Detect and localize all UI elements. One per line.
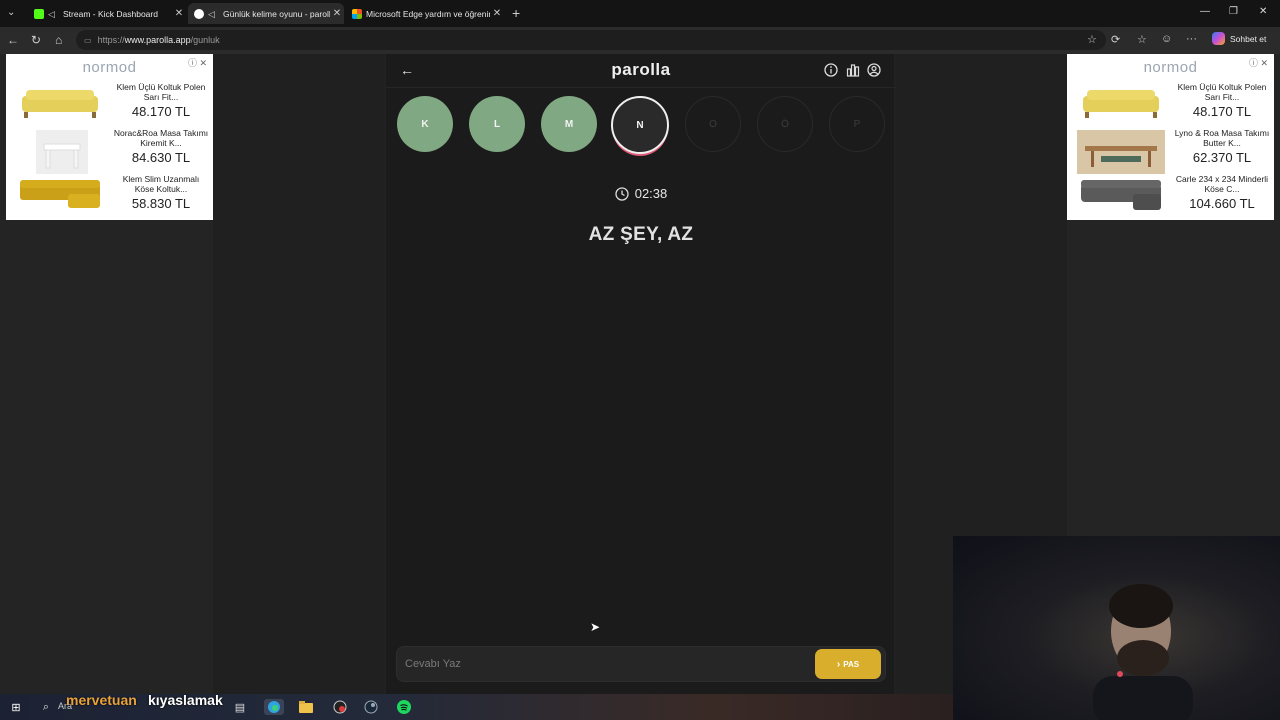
url-host: www.parolla.app <box>124 35 191 45</box>
microsoft-icon <box>352 8 362 19</box>
address-bar[interactable]: ▭ https://www.parolla.app/gunluk <box>76 30 1106 50</box>
letter-circle-o: O <box>685 96 741 152</box>
windows-taskbar: ⊞ ⌕ ▤ <box>0 694 953 720</box>
url-path: /gunluk <box>190 35 220 45</box>
table-image <box>16 130 104 174</box>
letter-circle-k: K <box>397 96 453 152</box>
kick-icon <box>34 8 44 19</box>
ad-product[interactable]: Lyno & Roa Masa Takımı Butter K... 62.37… <box>1073 128 1273 174</box>
new-tab-button[interactable]: + <box>512 5 520 21</box>
tab-kick-dashboard[interactable]: ◁ Stream - Kick Dashboard ✕ <box>28 3 186 24</box>
lock-icon: ▭ <box>84 35 92 45</box>
close-tab-icon[interactable]: ✕ <box>172 8 186 19</box>
ad-brand: normod <box>82 59 137 76</box>
tab-edge-help[interactable]: Microsoft Edge yardım ve öğrenim ✕ <box>346 3 504 24</box>
ad-info-icon[interactable]: ⓘ ✕ <box>188 56 207 69</box>
copilot-button[interactable]: Sohbet et <box>1212 32 1266 45</box>
ad-product[interactable]: Klem Üçlü Koltuk Polen Sarı Fit... 48.17… <box>1073 82 1273 126</box>
close-window-icon[interactable]: ✕ <box>1259 6 1267 17</box>
pass-button[interactable]: › PAS <box>815 649 881 679</box>
task-view-icon[interactable]: ▤ <box>232 699 248 715</box>
stream-overlay-text: kıyaslamak <box>148 692 223 708</box>
close-tab-icon[interactable]: ✕ <box>330 8 344 19</box>
tab-parolla[interactable]: ◁ Günlük kelime oyunu - paroll ✕ <box>188 3 344 24</box>
back-icon[interactable]: ← <box>7 33 19 47</box>
copilot-icon <box>1212 32 1225 45</box>
edge-taskbar-icon[interactable] <box>264 699 284 715</box>
letter-circle-p: P <box>829 96 885 152</box>
corner-sofa-image <box>16 176 104 216</box>
sofa-image <box>1077 84 1165 124</box>
extensions-icon[interactable]: ⟳ <box>1111 33 1120 46</box>
stream-overlay-name: mervetuan <box>66 692 137 708</box>
info-icon[interactable] <box>824 63 838 82</box>
timer: 02:38 <box>386 186 896 201</box>
letter-circle-n-current: N <box>611 96 669 154</box>
clue-text: AZ ŞEY, AZ <box>588 224 694 245</box>
letter-circle-m: M <box>541 96 597 152</box>
windows-start-icon[interactable]: ⊞ <box>8 699 24 715</box>
ad-banner-left[interactable]: normod ⓘ ✕ Klem Üçlü Koltuk Polen Sarı F… <box>6 54 213 220</box>
stats-icon[interactable] <box>846 63 860 82</box>
ad-product[interactable]: Klem Üçlü Koltuk Polen Sarı Fit... 48.17… <box>12 82 212 126</box>
ad-product[interactable]: Norac&Roa Masa Takımı Kiremit K... 84.63… <box>12 128 212 174</box>
speaker-icon: ◁ <box>208 8 215 19</box>
game-header: ← parolla <box>386 54 896 88</box>
parolla-icon <box>194 8 204 19</box>
profile-icon[interactable]: ☺ <box>1161 33 1172 45</box>
mouse-cursor-icon: ➤ <box>590 620 601 634</box>
ad-banner-right[interactable]: normod ⓘ ✕ Klem Üçlü Koltuk Polen Sarı F… <box>1067 54 1274 220</box>
refresh-icon[interactable]: ↻ <box>31 33 41 47</box>
ad-brand: normod <box>1143 59 1198 76</box>
ad-product[interactable]: Carle 234 x 234 Minderli Köse C... 104.6… <box>1073 174 1273 218</box>
close-tab-icon[interactable]: ✕ <box>490 8 504 19</box>
ad-product[interactable]: Klem Slim Uzanmalı Köse Koltuk... 58.830… <box>12 174 212 218</box>
letter-circle-l: L <box>469 96 525 152</box>
minimize-icon[interactable]: — <box>1200 6 1210 17</box>
browser-tab-bar: ⌄ ◁ Stream - Kick Dashboard ✕ ◁ Günlük k… <box>0 0 1280 27</box>
ad-info-icon[interactable]: ⓘ ✕ <box>1249 56 1268 69</box>
home-icon[interactable]: ⌂ <box>55 33 62 47</box>
clock-icon <box>615 186 629 201</box>
answer-input[interactable] <box>405 647 805 681</box>
more-icon[interactable]: ··· <box>1186 33 1197 45</box>
steam-icon[interactable] <box>363 699 379 715</box>
corner-sofa-image <box>1077 176 1165 216</box>
game-container: ← parolla K L M N O Ö P 02:38 AZ ŞEY, AZ… <box>385 54 896 694</box>
obs-icon[interactable] <box>332 699 348 715</box>
left-ad-pane: normod ⓘ ✕ Klem Üçlü Koltuk Polen Sarı F… <box>0 54 213 694</box>
search-icon[interactable]: ⌕ <box>38 699 54 715</box>
dining-table-image <box>1077 130 1165 174</box>
url-prefix: https:// <box>97 35 125 45</box>
restore-icon[interactable]: ❐ <box>1229 6 1238 17</box>
speaker-icon: ◁ <box>48 8 55 19</box>
favorites-icon[interactable]: ☆ <box>1137 33 1147 46</box>
answer-bar: › PAS <box>396 646 886 682</box>
timer-value: 02:38 <box>634 186 668 201</box>
sofa-image <box>16 84 104 124</box>
spotify-icon[interactable] <box>396 699 412 715</box>
file-explorer-icon[interactable] <box>298 699 314 715</box>
tab-actions-chevron-icon[interactable]: ⌄ <box>7 7 15 18</box>
webcam-overlay <box>953 536 1280 720</box>
user-icon[interactable] <box>867 63 881 82</box>
chevron-right-icon: › <box>836 658 841 670</box>
game-title: parolla <box>611 60 671 79</box>
favorite-star-icon[interactable]: ☆ <box>1087 33 1097 46</box>
letter-circle-o-umlaut: Ö <box>757 96 813 152</box>
